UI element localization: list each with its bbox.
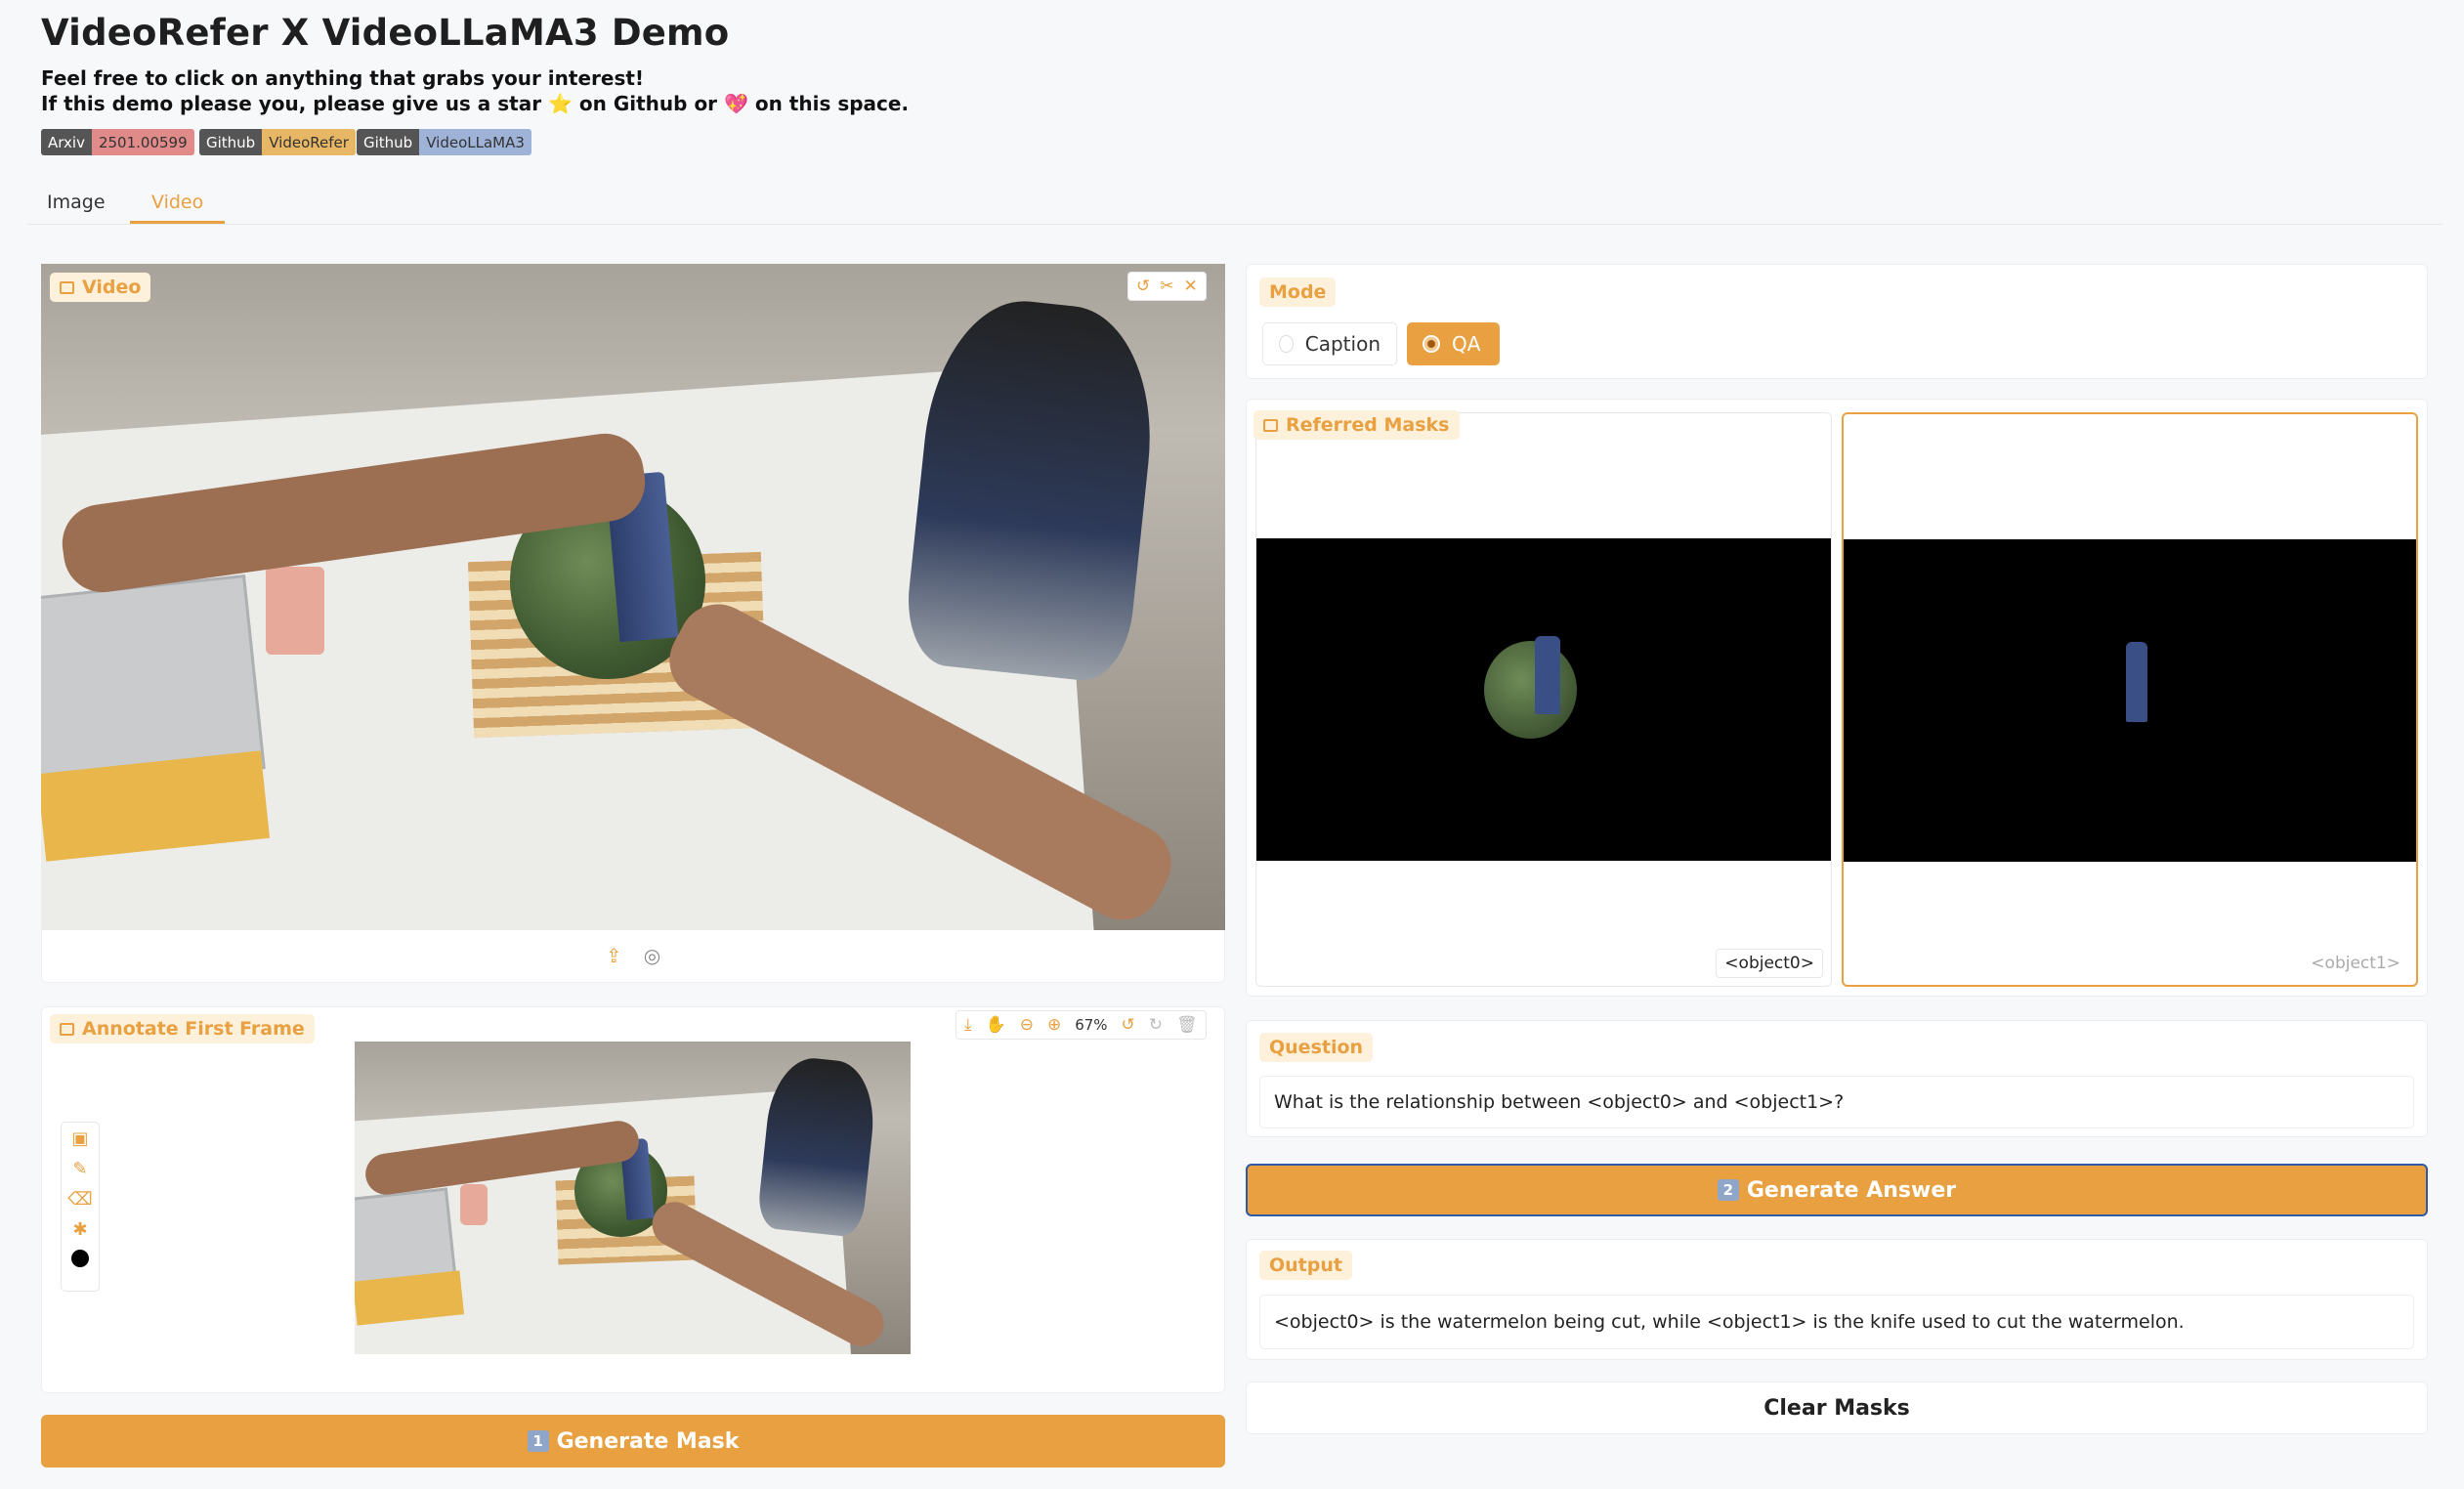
clear-masks-button[interactable]: Clear Masks [1246, 1382, 2428, 1434]
number-2-icon: 2 [1717, 1179, 1739, 1201]
video-player[interactable] [41, 264, 1225, 930]
video-top-toolbar: ↺ ✂ ✕ [1127, 272, 1207, 301]
radio-selected-icon [1423, 335, 1440, 353]
intro-line-1: Feel free to click on anything that grab… [41, 66, 645, 90]
scene-sponge [460, 1184, 488, 1225]
image-icon [1263, 418, 1278, 432]
mode-label: Mode [1259, 277, 1337, 307]
question-label: Question [1259, 1033, 1374, 1062]
tab-video[interactable]: Video [151, 191, 203, 213]
generate-mask-label: Generate Mask [556, 1428, 740, 1454]
palette-icon[interactable]: ✱ [72, 1219, 87, 1240]
mode-option-label: QA [1452, 332, 1481, 356]
badge-key: Arxiv [41, 129, 92, 155]
annotate-label-text: Annotate First Frame [82, 1018, 305, 1040]
mode-option-caption[interactable]: Caption [1262, 322, 1397, 365]
webcam-icon[interactable]: ◎ [644, 944, 660, 967]
badge-value: VideoRefer [262, 129, 356, 155]
mask-tile-object1[interactable]: <object1> [1842, 412, 2418, 987]
video-label: Video [50, 273, 151, 302]
generate-mask-button[interactable]: 1 Generate Mask [41, 1415, 1225, 1468]
badge-value: VideoLLaMA3 [419, 129, 531, 155]
referred-masks-label: Referred Masks [1253, 410, 1460, 440]
mask-image-object0 [1256, 538, 1831, 861]
annotate-label: Annotate First Frame [50, 1014, 315, 1043]
question-label-text: Question [1269, 1037, 1364, 1058]
undo-icon[interactable]: ↺ [1136, 277, 1150, 296]
image-icon[interactable]: ▣ [71, 1128, 88, 1149]
page-title: VideoRefer X VideoLLaMA3 Demo [41, 12, 730, 54]
radio-unselected-icon [1279, 335, 1294, 353]
generate-answer-button[interactable]: 2 Generate Answer [1246, 1164, 2428, 1216]
badge-key: Github [199, 129, 263, 155]
zoom-level: 67% [1075, 1016, 1108, 1034]
referred-masks-label-text: Referred Masks [1286, 414, 1450, 436]
eraser-icon[interactable]: ⌫ [67, 1189, 92, 1210]
output-text: <object0> is the watermelon being cut, w… [1259, 1295, 2414, 1349]
annotate-tool-sidebar: ▣ ✎ ⌫ ✱ [61, 1122, 100, 1292]
mode-label-text: Mode [1269, 281, 1327, 303]
brush-icon[interactable]: ✎ [72, 1159, 87, 1179]
mode-option-qa[interactable]: QA [1407, 322, 1500, 365]
annotate-canvas[interactable] [355, 1042, 911, 1354]
annotate-toolbar: ⤓ ✋ ⊖ ⊕ 67% ↺ ↻ 🗑 [956, 1010, 1207, 1040]
github-videorefer-badge[interactable]: Github VideoRefer [199, 129, 356, 155]
generate-answer-label: Generate Answer [1746, 1177, 1957, 1203]
image-icon [60, 1022, 74, 1036]
masked-watermelon [1484, 641, 1577, 739]
video-icon [60, 280, 74, 294]
mask-image-object1 [1844, 539, 2416, 862]
arxiv-badge[interactable]: Arxiv 2501.00599 [41, 129, 194, 155]
mask-caption-object1: <object1> [2311, 954, 2400, 973]
redo-icon[interactable]: ↻ [1149, 1015, 1163, 1035]
output-label: Output [1259, 1251, 1352, 1280]
scene-sponge [266, 567, 324, 655]
tab-image[interactable]: Image [47, 191, 106, 213]
color-dot-icon[interactable] [71, 1250, 89, 1267]
tabs-divider [27, 224, 2443, 225]
video-label-text: Video [82, 277, 142, 298]
github-videollama3-badge[interactable]: Github VideoLLaMA3 [357, 129, 531, 155]
zoom-out-icon[interactable]: ⊖ [1020, 1015, 1034, 1035]
masked-knife [1535, 636, 1560, 714]
mask-caption-object0: <object0> [1716, 949, 1823, 978]
video-bottom-toolbar: ⇪ ◎ [606, 944, 660, 967]
number-1-icon: 1 [527, 1430, 549, 1452]
question-input[interactable]: What is the relationship between <object… [1259, 1076, 2414, 1128]
masked-knife [2126, 642, 2147, 722]
mask-tile-object0[interactable]: <object0> [1255, 412, 1832, 987]
download-icon[interactable]: ⤓ [964, 1015, 972, 1035]
intro-line-2: If this demo please you, please give us … [41, 92, 910, 115]
mode-option-label: Caption [1304, 332, 1381, 356]
output-label-text: Output [1269, 1255, 1342, 1276]
active-tab-indicator [130, 221, 225, 224]
zoom-in-icon[interactable]: ⊕ [1047, 1015, 1061, 1035]
trash-icon[interactable]: 🗑 [1176, 1015, 1198, 1035]
close-icon[interactable]: ✕ [1184, 277, 1198, 296]
badge-key: Github [357, 129, 420, 155]
upload-icon[interactable]: ⇪ [606, 944, 622, 967]
scissors-icon[interactable]: ✂ [1160, 277, 1173, 296]
undo-icon[interactable]: ↺ [1122, 1015, 1135, 1035]
badge-value: 2501.00599 [91, 129, 194, 155]
pan-icon[interactable]: ✋ [986, 1015, 1006, 1035]
